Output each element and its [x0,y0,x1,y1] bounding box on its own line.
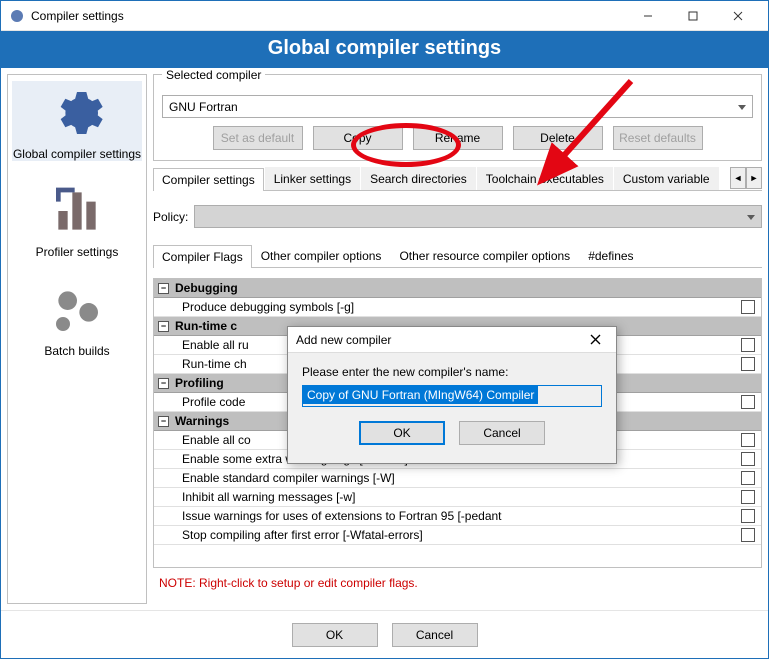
profiler-icon [45,179,109,243]
flag-checkbox[interactable] [741,528,755,542]
flag-checkbox[interactable] [741,433,755,447]
sidebar-item-label: Global compiler settings [12,147,142,161]
subtab-other-resource-options[interactable]: Other resource compiler options [390,244,579,267]
selected-compiler-fieldset: Selected compiler GNU Fortran Set as def… [153,74,762,161]
tabs-scroll-right[interactable]: ► [746,167,762,189]
tabs-scroll-left[interactable]: ◄ [730,167,746,189]
ok-button[interactable]: OK [292,623,378,647]
compiler-select-value: GNU Fortran [169,100,238,114]
tab-compiler-settings[interactable]: Compiler settings [153,168,264,191]
collapse-icon: − [158,283,169,294]
dialog-titlebar: Add new compiler [288,327,616,353]
collapse-icon: − [158,416,169,427]
dialog-prompt: Please enter the new compiler's name: [302,365,602,379]
compiler-name-input[interactable]: Copy of GNU Fortran (MIngW64) Compiler [302,385,602,407]
flag-row[interactable]: Produce debugging symbols [-g] [154,298,761,317]
flag-group-label: Debugging [175,281,238,295]
flag-checkbox[interactable] [741,338,755,352]
category-sidebar: Global compiler settings Profiler settin… [7,74,147,604]
fieldset-legend: Selected compiler [162,68,265,82]
dialog-ok-button[interactable]: OK [359,421,445,445]
flag-label: Produce debugging symbols [-g] [182,300,735,314]
sidebar-item-profiler[interactable]: Profiler settings [12,179,142,259]
subtab-defines[interactable]: #defines [579,244,642,267]
flag-group-label: Profiling [175,376,224,390]
policy-label: Policy: [153,210,188,224]
compiler-settings-window: Compiler settings Global compiler settin… [0,0,769,659]
dialog-bottom-bar: OK Cancel [1,610,768,658]
close-button[interactable] [715,1,760,31]
main-tabs: Compiler settings Linker settings Search… [153,167,762,191]
gear-icon [45,81,109,145]
reset-defaults-button[interactable]: Reset defaults [613,126,703,150]
subtab-other-compiler-options[interactable]: Other compiler options [252,244,391,267]
policy-select[interactable] [194,205,762,228]
sub-tabs: Compiler Flags Other compiler options Ot… [153,244,762,268]
flag-label: Inhibit all warning messages [-w] [182,490,735,504]
flag-group-label: Run-time c [175,319,237,333]
flag-label: Stop compiling after first error [-Wfata… [182,528,735,542]
app-icon [9,8,25,24]
set-default-button[interactable]: Set as default [213,126,303,150]
flag-checkbox[interactable] [741,300,755,314]
compiler-name-value: Copy of GNU Fortran (MIngW64) Compiler [303,386,538,404]
flag-checkbox[interactable] [741,452,755,466]
tab-toolchain-executables[interactable]: Toolchain executables [477,167,613,190]
tab-search-directories[interactable]: Search directories [361,167,476,190]
collapse-icon: − [158,378,169,389]
flag-group-label: Warnings [175,414,229,428]
subtab-compiler-flags[interactable]: Compiler Flags [153,245,252,268]
copy-button[interactable]: Copy [313,126,403,150]
titlebar: Compiler settings [1,1,768,31]
cancel-button[interactable]: Cancel [392,623,478,647]
sidebar-item-global-compiler[interactable]: Global compiler settings [12,81,142,161]
policy-row: Policy: [153,197,762,232]
flag-row[interactable]: Enable standard compiler warnings [-W] [154,469,761,488]
flag-checkbox[interactable] [741,395,755,409]
flag-checkbox[interactable] [741,357,755,371]
sidebar-item-label: Batch builds [12,344,142,358]
dialog-title: Add new compiler [296,333,582,347]
compiler-select[interactable]: GNU Fortran [162,95,753,118]
add-new-compiler-dialog: Add new compiler Please enter the new co… [287,326,617,464]
collapse-icon: − [158,321,169,332]
window-title: Compiler settings [31,9,625,23]
flag-row[interactable]: Issue warnings for uses of extensions to… [154,507,761,526]
banner-title: Global compiler settings [1,31,768,68]
minimize-button[interactable] [625,1,670,31]
flag-checkbox[interactable] [741,471,755,485]
dialog-cancel-button[interactable]: Cancel [459,421,545,445]
flag-checkbox[interactable] [741,490,755,504]
flag-group-header[interactable]: −Debugging [154,279,761,298]
maximize-button[interactable] [670,1,715,31]
sidebar-item-batch[interactable]: Batch builds [12,278,142,358]
flags-note: NOTE: Right-click to setup or edit compi… [153,574,762,592]
flag-row[interactable]: Inhibit all warning messages [-w] [154,488,761,507]
tab-custom-variable[interactable]: Custom variable [614,167,719,190]
flag-checkbox[interactable] [741,509,755,523]
flag-label: Enable standard compiler warnings [-W] [182,471,735,485]
dialog-close-button[interactable] [582,327,608,353]
tab-linker-settings[interactable]: Linker settings [265,167,360,190]
flag-label: Issue warnings for uses of extensions to… [182,509,735,523]
delete-button[interactable]: Delete [513,126,603,150]
batch-builds-icon [45,278,109,342]
sidebar-item-label: Profiler settings [12,245,142,259]
flag-row[interactable]: Stop compiling after first error [-Wfata… [154,526,761,545]
rename-button[interactable]: Rename [413,126,503,150]
